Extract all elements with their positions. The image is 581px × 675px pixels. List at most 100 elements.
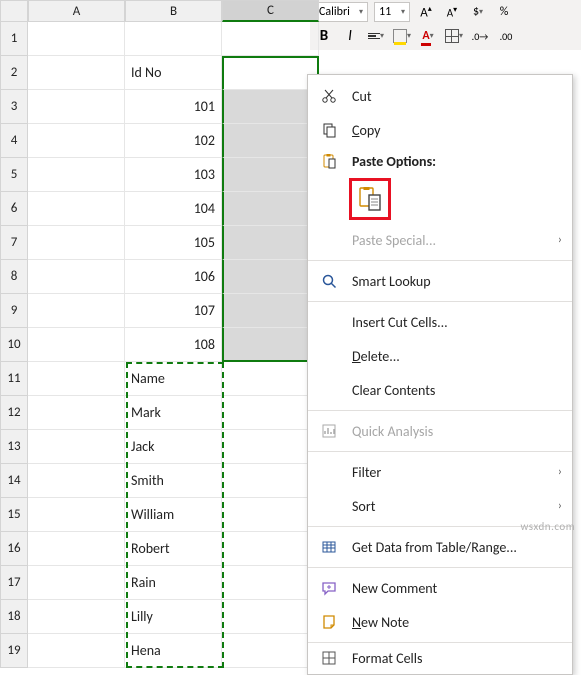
cell[interactable] xyxy=(28,634,125,668)
col-header-A[interactable]: A xyxy=(28,0,125,22)
row-header[interactable]: 1 xyxy=(0,22,28,56)
ctx-insert-cut-cells[interactable]: Insert Cut Cells... xyxy=(308,305,572,339)
select-all-corner[interactable] xyxy=(0,0,28,22)
row-header[interactable]: 11 xyxy=(0,362,28,396)
cell[interactable]: Jack xyxy=(125,430,222,464)
row-header[interactable]: 18 xyxy=(0,600,28,634)
increase-font-button[interactable]: A▴ xyxy=(416,2,436,22)
row-header[interactable]: 5 xyxy=(0,158,28,192)
cell[interactable]: 103 xyxy=(125,158,222,192)
row-header[interactable]: 10 xyxy=(0,328,28,362)
cell[interactable] xyxy=(28,464,125,498)
cell[interactable]: 104 xyxy=(125,192,222,226)
cell[interactable]: Hena xyxy=(125,634,222,668)
ctx-sort[interactable]: Sort › xyxy=(308,489,572,523)
fill-color-button[interactable]: ▾ xyxy=(392,26,412,46)
cell[interactable]: 107 xyxy=(125,294,222,328)
cell[interactable]: Rain xyxy=(125,566,222,600)
cell[interactable]: 105 xyxy=(125,226,222,260)
cell[interactable] xyxy=(28,328,125,362)
cell[interactable] xyxy=(28,158,125,192)
paste-button[interactable] xyxy=(352,181,388,217)
row-header[interactable]: 2 xyxy=(0,56,28,90)
cell[interactable] xyxy=(222,192,319,226)
ctx-delete[interactable]: Delete... xyxy=(308,339,572,373)
cell[interactable] xyxy=(28,498,125,532)
cell[interactable]: William xyxy=(125,498,222,532)
ctx-copy[interactable]: Copy xyxy=(308,113,572,147)
cell[interactable] xyxy=(222,328,319,362)
cell[interactable]: 102 xyxy=(125,124,222,158)
ctx-new-note[interactable]: New Note xyxy=(308,605,572,639)
spreadsheet-grid[interactable]: A B C 12Id No310141025103610471058106910… xyxy=(0,0,320,668)
currency-button[interactable]: $▾ xyxy=(468,2,488,22)
ctx-format-cells[interactable]: Format Cells xyxy=(308,646,572,670)
row-header[interactable]: 12 xyxy=(0,396,28,430)
row-header[interactable]: 8 xyxy=(0,260,28,294)
row-header[interactable]: 4 xyxy=(0,124,28,158)
decimal-increase-button[interactable]: .0→ xyxy=(470,26,490,46)
cell[interactable] xyxy=(28,124,125,158)
cell[interactable]: Smith xyxy=(125,464,222,498)
cell[interactable] xyxy=(28,56,125,90)
cell[interactable] xyxy=(222,634,319,668)
cell[interactable] xyxy=(222,22,319,56)
decrease-font-button[interactable]: A▾ xyxy=(442,2,462,22)
cell[interactable] xyxy=(222,260,319,294)
cell[interactable] xyxy=(222,464,319,498)
ctx-cut[interactable]: Cut xyxy=(308,79,572,113)
row-header[interactable]: 7 xyxy=(0,226,28,260)
row-header[interactable]: 3 xyxy=(0,90,28,124)
font-size-combo[interactable]: 11 ▾ xyxy=(374,2,410,22)
cell[interactable] xyxy=(28,362,125,396)
ctx-smart-lookup[interactable]: Smart Lookup xyxy=(308,264,572,298)
cell[interactable] xyxy=(28,260,125,294)
col-header-B[interactable]: B xyxy=(125,0,222,22)
cell[interactable]: Id No xyxy=(125,56,222,90)
cell[interactable] xyxy=(222,90,319,124)
cell[interactable] xyxy=(222,124,319,158)
cell[interactable] xyxy=(222,532,319,566)
cell[interactable] xyxy=(28,192,125,226)
ctx-get-data[interactable]: Get Data from Table/Range... xyxy=(308,530,572,564)
cell[interactable] xyxy=(222,362,319,396)
cell[interactable]: Lilly xyxy=(125,600,222,634)
cell[interactable] xyxy=(28,532,125,566)
cell[interactable] xyxy=(28,566,125,600)
cell[interactable] xyxy=(125,22,222,56)
cell[interactable]: 101 xyxy=(125,90,222,124)
cell[interactable] xyxy=(28,90,125,124)
row-header[interactable]: 6 xyxy=(0,192,28,226)
cell[interactable] xyxy=(222,226,319,260)
cell[interactable] xyxy=(28,226,125,260)
cell[interactable] xyxy=(28,22,125,56)
row-header[interactable]: 13 xyxy=(0,430,28,464)
cell[interactable]: 106 xyxy=(125,260,222,294)
font-color-button[interactable]: A▾ xyxy=(418,26,438,46)
cell[interactable]: 108 xyxy=(125,328,222,362)
row-header[interactable]: 16 xyxy=(0,532,28,566)
cell[interactable]: Mark xyxy=(125,396,222,430)
cell[interactable] xyxy=(222,56,319,90)
cell[interactable] xyxy=(222,158,319,192)
cell[interactable] xyxy=(28,396,125,430)
cell[interactable] xyxy=(28,430,125,464)
borders-button[interactable]: ▾ xyxy=(444,26,464,46)
cell[interactable] xyxy=(222,498,319,532)
col-header-C[interactable]: C xyxy=(222,0,319,22)
italic-button[interactable]: I xyxy=(340,26,360,46)
row-header[interactable]: 14 xyxy=(0,464,28,498)
cell[interactable] xyxy=(222,396,319,430)
cell[interactable]: Name xyxy=(125,362,222,396)
row-header[interactable]: 19 xyxy=(0,634,28,668)
font-name-combo[interactable]: Calibri ▾ xyxy=(314,2,368,22)
align-button[interactable]: ▾ xyxy=(366,26,386,46)
ctx-filter[interactable]: Filter › xyxy=(308,455,572,489)
ctx-new-comment[interactable]: New Comment xyxy=(308,571,572,605)
ctx-clear-contents[interactable]: Clear Contents xyxy=(308,373,572,407)
cell[interactable]: Robert xyxy=(125,532,222,566)
cell[interactable] xyxy=(222,430,319,464)
row-header[interactable]: 9 xyxy=(0,294,28,328)
cell[interactable] xyxy=(222,566,319,600)
percent-button[interactable]: % xyxy=(494,2,514,22)
